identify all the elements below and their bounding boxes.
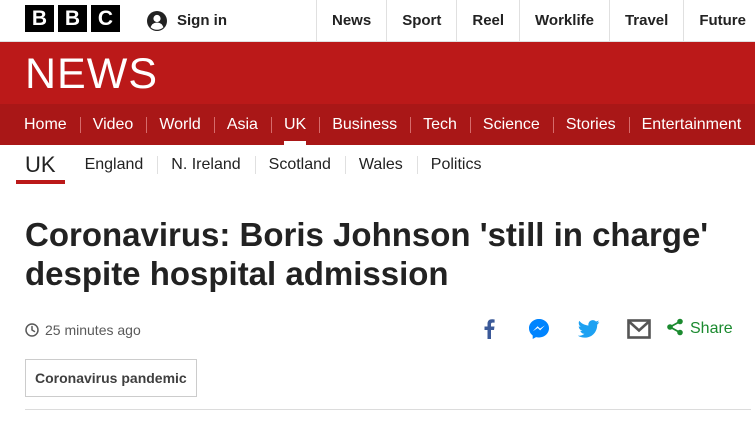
bbc-logo-letter: C — [91, 5, 120, 32]
bbc-logo-letter: B — [25, 5, 54, 32]
news-banner: NEWS — [0, 42, 755, 104]
top-nav-news[interactable]: News — [316, 0, 386, 41]
main-nav-business[interactable]: Business — [319, 104, 410, 145]
topic-tag[interactable]: Coronavirus pandemic — [25, 359, 197, 397]
bbc-logo-letter: B — [58, 5, 87, 32]
main-nav-world[interactable]: World — [146, 104, 214, 145]
top-nav-worklife[interactable]: Worklife — [519, 0, 609, 41]
sub-nav-scotland[interactable]: Scotland — [254, 145, 345, 185]
timestamp-text: 25 minutes ago — [45, 322, 141, 338]
clock-icon — [25, 323, 39, 337]
sub-nav: UK England N. Ireland Scotland Wales Pol… — [0, 145, 755, 185]
share-icon — [666, 318, 684, 341]
sub-nav-england[interactable]: England — [71, 145, 158, 185]
messenger-icon — [528, 318, 550, 340]
main-nav-video[interactable]: Video — [79, 104, 147, 145]
share-label: Share — [690, 320, 733, 337]
main-nav-tech[interactable]: Tech — [410, 104, 470, 145]
main-nav-entertainment[interactable]: Entertainment — [628, 104, 755, 145]
sub-nav-current-uk[interactable]: UK — [16, 145, 65, 185]
top-nav-sport[interactable]: Sport — [386, 0, 456, 41]
main-nav-stories[interactable]: Stories — [552, 104, 629, 145]
bbc-top-nav: News Sport Reel Worklife Travel Future I — [316, 0, 755, 41]
main-nav: Home Video World Asia UK Business Tech S… — [0, 104, 755, 145]
main-nav-science[interactable]: Science — [469, 104, 553, 145]
twitter-share-button[interactable] — [564, 314, 614, 344]
bbc-top-bar: B B C Sign in News Sport Reel Worklife T… — [0, 0, 755, 42]
main-nav-uk[interactable]: UK — [270, 104, 319, 145]
share-tools: Share — [464, 314, 733, 344]
messenger-share-button[interactable] — [514, 314, 564, 344]
top-nav-travel[interactable]: Travel — [608, 0, 683, 41]
top-nav-reel[interactable]: Reel — [456, 0, 519, 41]
main-nav-asia[interactable]: Asia — [213, 104, 271, 145]
twitter-icon — [578, 320, 600, 338]
news-logo[interactable]: NEWS — [25, 53, 158, 96]
sub-nav-politics[interactable]: Politics — [416, 145, 496, 185]
sign-in-label: Sign in — [177, 12, 227, 29]
article-timestamp: 25 minutes ago — [25, 320, 141, 340]
user-avatar-icon — [146, 10, 168, 32]
sign-in-button[interactable]: Sign in — [146, 0, 227, 41]
sub-nav-wales[interactable]: Wales — [344, 145, 417, 185]
share-button[interactable]: Share — [666, 318, 733, 341]
bbc-logo[interactable]: B B C — [25, 5, 120, 32]
top-nav-future[interactable]: Future — [683, 0, 755, 41]
article-headline: Coronavirus: Boris Johnson 'still in cha… — [25, 216, 709, 292]
email-share-button[interactable] — [614, 314, 664, 344]
main-nav-home[interactable]: Home — [0, 104, 80, 145]
email-icon — [627, 319, 651, 339]
facebook-share-button[interactable] — [464, 314, 514, 344]
section-divider — [25, 409, 751, 410]
sub-nav-n-ireland[interactable]: N. Ireland — [157, 145, 254, 185]
facebook-icon — [483, 319, 495, 339]
